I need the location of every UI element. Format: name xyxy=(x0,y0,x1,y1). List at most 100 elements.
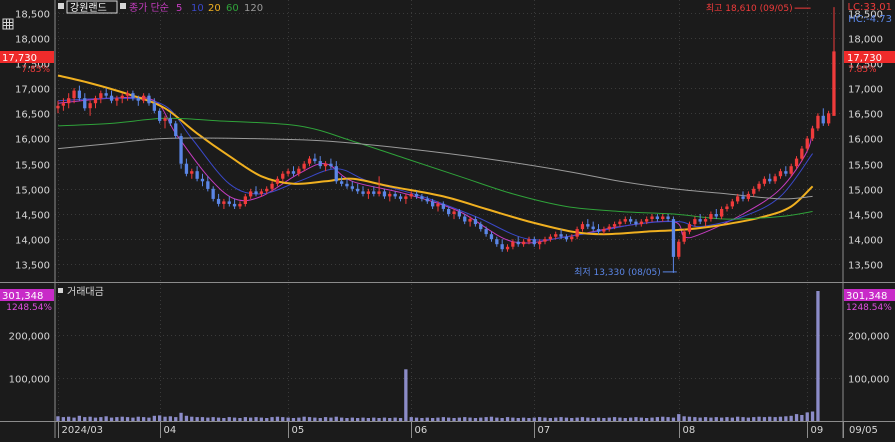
candle-body xyxy=(468,219,472,222)
volume-bar xyxy=(377,418,381,421)
volume-bar xyxy=(505,417,510,421)
candle-body xyxy=(142,95,146,101)
volume-bar xyxy=(559,417,563,421)
ma-120-label[interactable]: 120 xyxy=(244,3,263,14)
candle-body xyxy=(206,181,210,189)
price-tick-label-left: 14,500 xyxy=(15,211,50,222)
candle-body xyxy=(452,211,456,214)
volume-bar xyxy=(548,418,552,421)
candle-body xyxy=(195,171,199,179)
candle-body xyxy=(639,221,643,225)
volume-bar xyxy=(340,417,344,421)
volume-title: 거래대금 xyxy=(67,286,104,298)
volume-bar xyxy=(794,414,799,421)
volume-bar xyxy=(184,415,189,421)
candle-body xyxy=(463,216,467,222)
candle-body xyxy=(634,221,638,225)
volume-bar xyxy=(72,417,76,421)
candle-body xyxy=(99,93,103,99)
candle-body xyxy=(746,193,750,199)
volume-bar xyxy=(484,417,488,421)
candle-body xyxy=(377,191,381,194)
candle-body xyxy=(93,98,98,104)
candle-body xyxy=(425,198,429,202)
candle-body xyxy=(340,181,344,184)
volume-value-right: 301,348 xyxy=(846,291,887,302)
candle-body xyxy=(447,209,451,214)
candle-body xyxy=(687,224,692,232)
candle-body xyxy=(313,158,317,162)
volume-bar xyxy=(666,417,670,421)
volume-bar xyxy=(158,415,162,421)
volume-bar xyxy=(618,417,622,421)
current-change-left: 7.85% xyxy=(21,65,50,75)
candle-body xyxy=(409,193,413,197)
volume-badge-left: 301,348 1248.54% xyxy=(0,289,54,313)
volume-bar xyxy=(420,418,424,421)
volume-bar xyxy=(222,418,226,421)
price-tick-label-right: 15,500 xyxy=(848,161,883,172)
volume-bar xyxy=(200,417,205,421)
volume-bar xyxy=(270,417,274,421)
candle-body xyxy=(307,158,312,164)
candle-body xyxy=(554,234,558,237)
volume-bar xyxy=(473,418,478,421)
volume-bar xyxy=(163,416,167,421)
date-label: 07 xyxy=(538,425,551,436)
volume-bar xyxy=(725,417,729,421)
ma-10-label[interactable]: 10 xyxy=(191,3,204,14)
volume-bar xyxy=(655,417,659,421)
candle-body xyxy=(404,196,408,199)
volume-bar xyxy=(511,417,515,421)
candle-body xyxy=(757,183,761,189)
price-tick-label-left: 13,500 xyxy=(15,261,50,272)
volume-bar xyxy=(634,417,638,421)
candle-body xyxy=(77,90,81,99)
candle-body xyxy=(725,206,729,209)
candle-body xyxy=(136,98,140,101)
candle-body xyxy=(216,198,221,204)
candle-body xyxy=(125,93,130,96)
volume-bar xyxy=(602,418,606,421)
candle-body xyxy=(254,191,258,194)
candle-body xyxy=(334,166,338,182)
candle-body xyxy=(602,229,606,232)
volume-bar xyxy=(361,417,365,421)
candle-body xyxy=(366,191,370,194)
candle-body xyxy=(388,193,392,197)
volume-bar xyxy=(190,416,194,421)
candle-body xyxy=(190,171,194,174)
volume-bar xyxy=(784,416,788,421)
price-tick-label-right: 14,000 xyxy=(848,236,883,247)
candle-body xyxy=(345,183,349,187)
volume-bar xyxy=(671,417,676,421)
candle-body xyxy=(109,95,114,101)
candle-body xyxy=(88,103,92,109)
candle-body xyxy=(698,219,702,222)
volume-bar xyxy=(56,416,60,421)
price-tick-label-right: 16,000 xyxy=(848,135,883,146)
volume-bar xyxy=(709,417,713,421)
candle-body xyxy=(83,98,87,109)
volume-bar xyxy=(516,418,520,421)
volume-bar xyxy=(693,417,697,421)
volume-bar xyxy=(768,416,772,421)
candle-body xyxy=(329,163,333,167)
ma-label[interactable]: 종가 단순 xyxy=(129,2,169,14)
volume-bar xyxy=(152,415,156,421)
ma-5-label[interactable]: 5 xyxy=(176,3,182,14)
ma-20-label[interactable]: 20 xyxy=(208,3,221,14)
volume-bar xyxy=(67,416,71,421)
volume-bar xyxy=(489,416,494,421)
candle-body xyxy=(56,105,60,109)
volume-bar xyxy=(538,417,542,421)
ma-60-label[interactable]: 60 xyxy=(226,3,239,14)
volume-bar xyxy=(639,417,643,421)
volume-bar xyxy=(131,417,135,421)
candle-body xyxy=(505,246,510,250)
price-tick-label-left: 18,500 xyxy=(15,10,50,21)
candle-body xyxy=(414,193,419,197)
volume-bar xyxy=(414,417,419,421)
volume-bar xyxy=(682,416,686,421)
volume-bar xyxy=(736,416,740,421)
